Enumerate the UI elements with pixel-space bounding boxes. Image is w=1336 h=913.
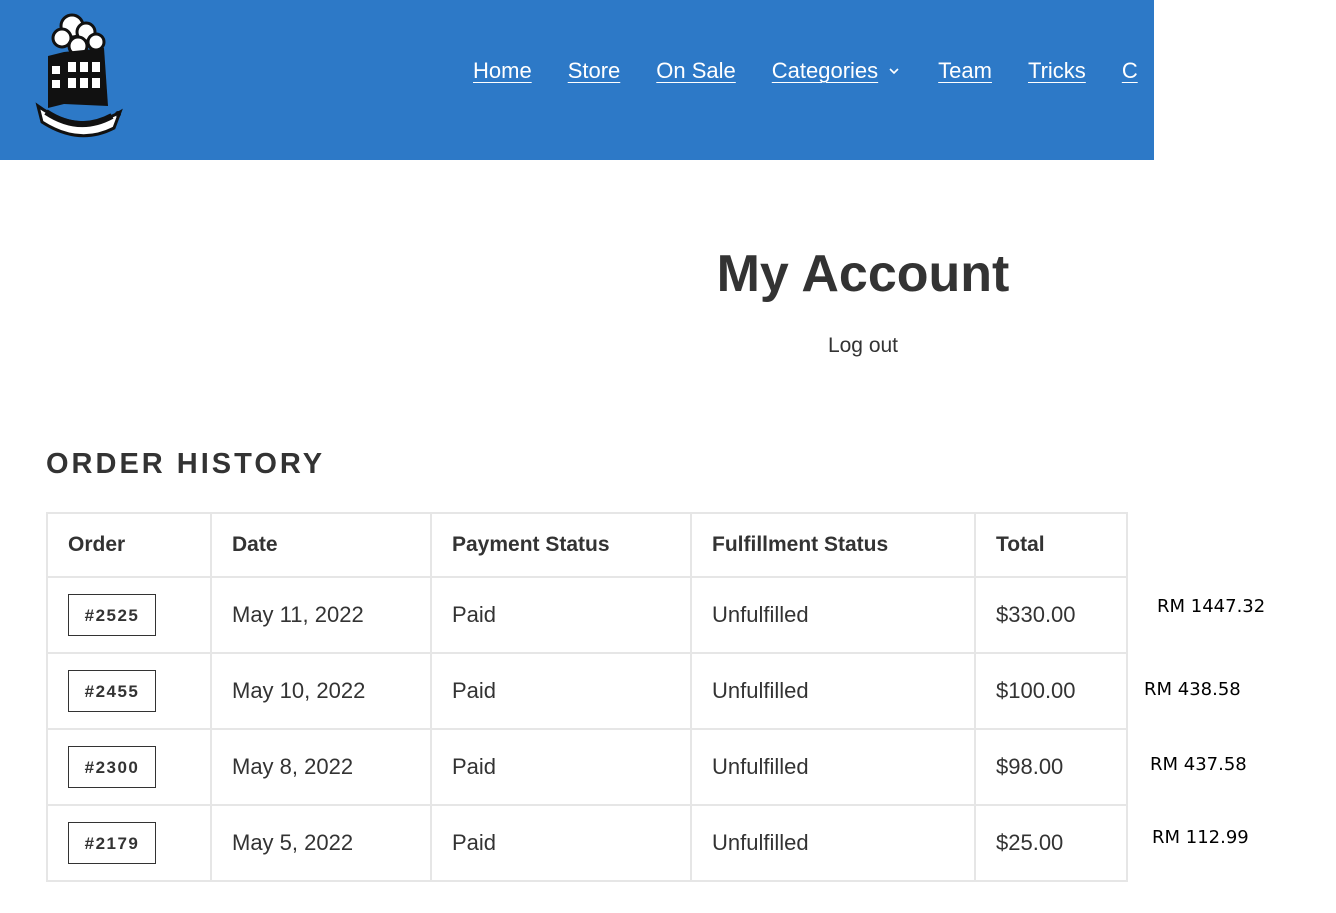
rm-annotation: RM 112.99 [1152, 827, 1249, 848]
header-fulfillment-status: Fulfillment Status [690, 512, 976, 578]
nav-on-sale[interactable]: On Sale [656, 58, 736, 84]
nav-store[interactable]: Store [568, 58, 621, 84]
table-row: #2300 May 8, 2022 Paid Unfulfilled $98.0… [46, 728, 1128, 806]
page-title: My Account [716, 245, 1010, 303]
nav-categories-label: Categories [771, 58, 879, 83]
date-cell: May 10, 2022 [210, 652, 432, 730]
page: Home Store On Sale Categories Team Trick… [0, 0, 1336, 913]
rm-annotation: RM 438.58 [1144, 679, 1241, 700]
order-cell: #2525 [46, 576, 212, 654]
chevron-down-icon [889, 68, 899, 75]
header-payment-status: Payment Status [430, 512, 692, 578]
nav-categories[interactable]: Categories [772, 58, 902, 84]
payment-status-cell: Paid [430, 576, 692, 654]
fulfillment-status-cell: Unfulfilled [690, 804, 976, 882]
order-cell: #2300 [46, 728, 212, 806]
payment-status-cell: Paid [430, 728, 692, 806]
total-cell: $100.00 [974, 652, 1128, 730]
fulfillment-status-cell: Unfulfilled [690, 576, 976, 654]
nav-team[interactable]: Team [938, 58, 992, 84]
payment-status-cell: Paid [430, 804, 692, 882]
order-number-button[interactable]: #2525 [68, 594, 156, 636]
header-date: Date [210, 512, 432, 578]
order-number-button[interactable]: #2300 [68, 746, 156, 788]
table-row: #2525 May 11, 2022 Paid Unfulfilled $330… [46, 576, 1128, 654]
logout-link[interactable]: Log out [828, 334, 898, 358]
nav-home[interactable]: Home [473, 58, 532, 84]
nav-tricks[interactable]: Tricks [1028, 58, 1086, 84]
order-number-button[interactable]: #2455 [68, 670, 156, 712]
rm-annotation: RM 437.58 [1150, 754, 1247, 775]
fulfillment-status-cell: Unfulfilled [690, 728, 976, 806]
account-header: My Account Log out [600, 242, 1126, 358]
site-header: Home Store On Sale Categories Team Trick… [0, 0, 1154, 160]
total-cell: $25.00 [974, 804, 1128, 882]
date-cell: May 11, 2022 [210, 576, 432, 654]
yoyo-factory-logo-icon[interactable] [34, 8, 124, 138]
nav-item-clipped[interactable]: C [1122, 58, 1138, 84]
table-header-row: Order Date Payment Status Fulfillment St… [46, 512, 1128, 578]
date-cell: May 5, 2022 [210, 804, 432, 882]
order-cell: #2455 [46, 652, 212, 730]
payment-status-cell: Paid [430, 652, 692, 730]
table-row: #2179 May 5, 2022 Paid Unfulfilled $25.0… [46, 804, 1128, 882]
order-history-heading: ORDER HISTORY [46, 448, 326, 480]
header-order: Order [46, 512, 212, 578]
main-nav: Home Store On Sale Categories Team Trick… [473, 58, 1154, 84]
header-total: Total [974, 512, 1128, 578]
total-cell: $98.00 [974, 728, 1128, 806]
order-cell: #2179 [46, 804, 212, 882]
table-row: #2455 May 10, 2022 Paid Unfulfilled $100… [46, 652, 1128, 730]
fulfillment-status-cell: Unfulfilled [690, 652, 976, 730]
date-cell: May 8, 2022 [210, 728, 432, 806]
order-history-table: Order Date Payment Status Fulfillment St… [46, 512, 1128, 882]
rm-annotation: RM 1447.32 [1157, 596, 1266, 617]
order-number-button[interactable]: #2179 [68, 822, 156, 864]
total-cell: $330.00 [974, 576, 1128, 654]
